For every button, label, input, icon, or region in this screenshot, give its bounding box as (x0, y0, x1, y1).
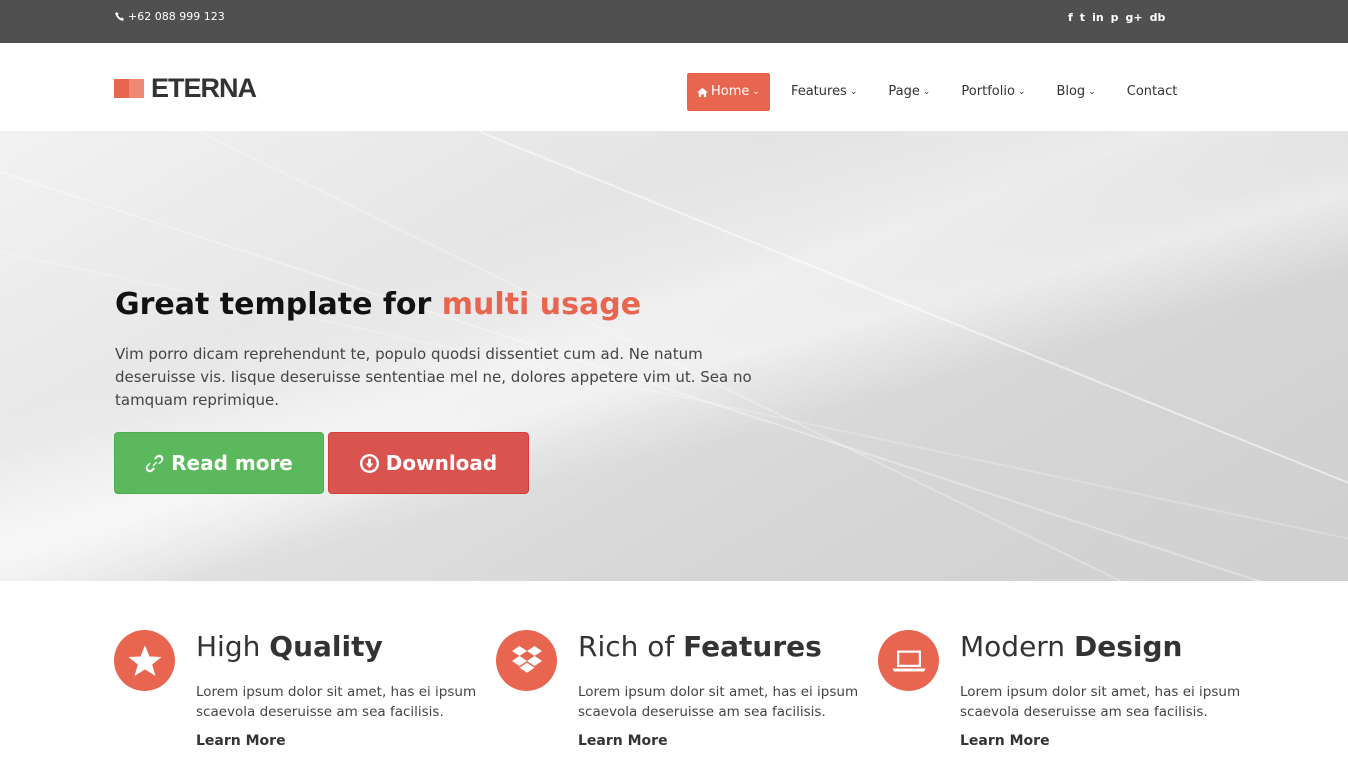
read-more-label: Read more (171, 451, 293, 475)
home-icon (697, 87, 708, 97)
pinterest-icon[interactable]: p (1111, 11, 1119, 25)
dropbox-icon (496, 630, 557, 691)
nav-item-blog[interactable]: Blog ⌄ (1046, 73, 1105, 111)
hero-title: Great template for multi usage (115, 287, 641, 322)
feature-text: Lorem ipsum dolor sit amet, has ei ipsum… (960, 684, 1241, 720)
feature-text: Lorem ipsum dolor sit amet, has ei ipsum… (578, 684, 859, 720)
learn-more-link[interactable]: Learn More (960, 733, 1050, 749)
hero-title-accent: multi usage (441, 287, 642, 322)
social-links: f t in p g+ db (1068, 11, 1165, 25)
nav-item-portfolio[interactable]: Portfolio ⌄ (951, 73, 1035, 111)
star-icon (114, 630, 175, 691)
feature-title: Modern Design (960, 630, 1183, 663)
phone-number: +62 088 999 123 (128, 10, 225, 23)
nav-label: Portfolio (961, 84, 1015, 99)
google-plus-icon[interactable]: g+ (1126, 11, 1143, 25)
nav-item-page[interactable]: Page ⌄ (878, 73, 940, 111)
site-logo[interactable]: ETERNA (114, 73, 257, 104)
nav-label: Blog (1056, 84, 1086, 99)
hero-title-plain: Great template for (115, 287, 432, 322)
logo-mark-icon (114, 79, 144, 98)
main-nav: Home ⌄ Features ⌄ Page ⌄ Portfolio ⌄ Blo… (687, 73, 1198, 111)
logo-text: ETERNA (151, 73, 257, 103)
nav-label: Page (888, 84, 920, 99)
chevron-down-icon: ⌄ (752, 87, 760, 97)
learn-more-link[interactable]: Learn More (578, 733, 668, 749)
download-button[interactable]: Download (328, 432, 529, 494)
learn-more-link[interactable]: Learn More (196, 733, 286, 749)
linkedin-icon[interactable]: in (1092, 11, 1104, 25)
feature-text: Lorem ipsum dolor sit amet, has ei ipsum… (196, 684, 477, 720)
nav-item-home[interactable]: Home ⌄ (687, 73, 770, 111)
nav-label: Features (790, 84, 847, 99)
hero-text: Vim porro dicam reprehendunt te, populo … (115, 345, 752, 409)
site-header: ETERNA Home ⌄ Features ⌄ Page ⌄ Portfoli… (0, 43, 1348, 131)
nav-label: Home (711, 84, 750, 99)
link-icon (145, 454, 164, 472)
nav-item-contact[interactable]: Contact (1117, 73, 1188, 111)
nav-label: Contact (1126, 84, 1178, 99)
feature-title: Rich of Features (578, 630, 822, 663)
chevron-down-icon: ⌄ (1088, 87, 1096, 97)
chevron-down-icon: ⌄ (1017, 87, 1026, 97)
top-bar: +62 088 999 123 f t in p g+ db (0, 0, 1348, 43)
twitter-icon[interactable]: t (1080, 11, 1085, 25)
feature-title: High Quality (196, 630, 383, 663)
dribbble-icon[interactable]: db (1150, 11, 1166, 25)
read-more-button[interactable]: Read more (114, 432, 324, 494)
features-section: High Quality Lorem ipsum dolor sit amet,… (0, 581, 1348, 767)
chevron-down-icon: ⌄ (849, 87, 858, 97)
phone-contact: +62 088 999 123 (115, 10, 225, 23)
phone-icon (115, 12, 124, 21)
hero-banner: Great template for multi usage Vim porro… (0, 131, 1348, 581)
download-label: Download (385, 451, 498, 475)
facebook-icon[interactable]: f (1068, 11, 1073, 25)
laptop-icon (878, 630, 939, 691)
chevron-down-icon: ⌄ (922, 87, 931, 97)
nav-item-features[interactable]: Features ⌄ (781, 73, 867, 111)
download-circle-icon (359, 453, 379, 473)
